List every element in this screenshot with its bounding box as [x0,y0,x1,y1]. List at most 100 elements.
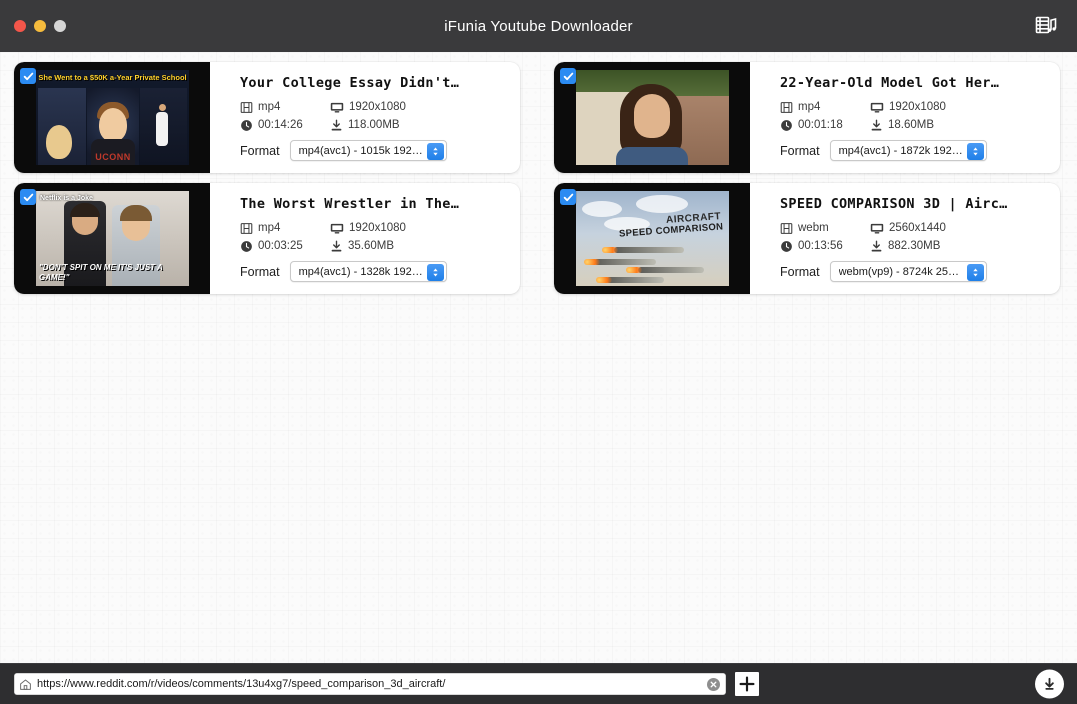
thumbnail-container: She Went to a $50K a-Year Private School… [14,62,210,173]
film-icon [780,101,793,114]
meta-resolution-value: 1920x1080 [889,100,946,114]
video-info: SPEED COMPARISON 3D | Airc… webm 2560x14… [750,183,1060,294]
meta-size: 118.00MB [330,118,506,132]
thumbnail-image: She Went to a $50K a-Year Private School… [36,70,189,165]
meta-resolution-value: 2560x1440 [889,221,946,235]
video-grid: She Went to a $50K a-Year Private School… [14,62,1063,294]
app-window: iFunia Youtube Downloader [0,0,1077,704]
add-url-button[interactable] [735,672,759,696]
meta-size-value: 118.00MB [348,118,400,132]
url-field-container[interactable] [14,673,726,695]
download-size-icon [870,119,883,132]
meta-format-value: mp4 [798,100,820,114]
format-row: Format mp4(avc1) - 1015k 192… [240,140,506,161]
media-library-icon[interactable] [1031,11,1061,41]
zoom-button[interactable] [54,20,66,32]
meta-size: 18.60MB [870,118,1046,132]
download-size-icon [870,240,883,253]
meta-resolution: 2560x1440 [870,221,1046,235]
title-bar: iFunia Youtube Downloader [0,0,1077,52]
video-card[interactable]: Netflix is a Joke "DON'T SPIT ON ME IT'S… [14,183,520,294]
meta-duration: 00:14:26 [240,118,330,132]
video-title: The Worst Wrestler in The… [240,196,506,212]
format-row: Format webm(vp9) - 8724k 25… [780,261,1046,282]
meta-duration: 00:13:56 [780,239,870,253]
select-checkbox[interactable] [560,189,576,205]
format-row: Format mp4(avc1) - 1328k 192… [240,261,506,282]
video-card[interactable]: 22-Year-Old Model Got Her… mp4 1920x1080 [554,62,1060,173]
format-select[interactable]: mp4(avc1) - 1015k 192… [290,140,447,161]
plus-icon [739,676,755,692]
clock-icon [240,119,253,132]
meta-duration: 00:03:25 [240,239,330,253]
clock-icon [780,119,793,132]
video-metadata: mp4 1920x1080 00:14:26 118.00MB [240,100,506,132]
meta-resolution: 1920x1080 [330,221,506,235]
video-title: SPEED COMPARISON 3D | Airc… [780,196,1046,212]
format-label: Format [780,144,820,158]
video-card[interactable]: She Went to a $50K a-Year Private School… [14,62,520,173]
meta-format: mp4 [240,100,330,114]
download-size-icon [330,119,343,132]
meta-format-value: mp4 [258,100,280,114]
meta-resolution: 1920x1080 [330,100,506,114]
chevron-updown-icon[interactable] [967,264,984,281]
video-card[interactable]: AIRCRAFT SPEED COMPARISON SPEED COMPARIS… [554,183,1060,294]
monitor-icon [330,222,344,235]
meta-duration: 00:01:18 [780,118,870,132]
window-controls [0,20,66,32]
clock-icon [780,240,793,253]
close-button[interactable] [14,20,26,32]
chevron-updown-icon[interactable] [427,264,444,281]
meta-duration-value: 00:13:56 [798,239,843,253]
clock-icon [240,240,253,253]
meta-resolution: 1920x1080 [870,100,1046,114]
video-metadata: webm 2560x1440 00:13:56 882.30MB [780,221,1046,253]
thumbnail-container: Netflix is a Joke "DON'T SPIT ON ME IT'S… [14,183,210,294]
thumbnail-image: AIRCRAFT SPEED COMPARISON [576,191,729,286]
thumbnail-caption-bottom: "DON'T SPIT ON ME IT'S JUST A GAME!" [39,263,186,283]
meta-size: 35.60MB [330,239,506,253]
video-info: 22-Year-Old Model Got Her… mp4 1920x1080 [750,62,1060,173]
format-select[interactable]: mp4(avc1) - 1872k 192… [830,140,987,161]
select-checkbox[interactable] [20,189,36,205]
film-icon [780,222,793,235]
format-select[interactable]: webm(vp9) - 8724k 25… [830,261,987,282]
chevron-updown-icon[interactable] [427,143,444,160]
video-info: Your College Essay Didn't… mp4 1920x1080 [210,62,520,173]
format-select-value: webm(vp9) - 8724k 25… [839,266,959,278]
select-checkbox[interactable] [560,68,576,84]
download-button[interactable] [1035,670,1064,699]
format-label: Format [240,144,280,158]
select-checkbox[interactable] [20,68,36,84]
film-icon [240,101,253,114]
format-select[interactable]: mp4(avc1) - 1328k 192… [290,261,447,282]
meta-format: webm [780,221,870,235]
meta-duration-value: 00:03:25 [258,239,303,253]
meta-format: mp4 [240,221,330,235]
minimize-button[interactable] [34,20,46,32]
meta-duration-value: 00:14:26 [258,118,303,132]
thumbnail-container [554,62,750,173]
meta-resolution-value: 1920x1080 [349,100,406,114]
download-size-icon [330,240,343,253]
window-title: iFunia Youtube Downloader [0,18,1077,35]
monitor-icon [330,101,344,114]
meta-format-value: mp4 [258,221,280,235]
url-input[interactable] [37,678,702,690]
home-icon [19,678,32,691]
download-icon [1042,677,1057,692]
format-select-value: mp4(avc1) - 1872k 192… [839,145,962,157]
monitor-icon [870,222,884,235]
video-list-area: She Went to a $50K a-Year Private School… [0,52,1077,663]
thumbnail-image: Netflix is a Joke "DON'T SPIT ON ME IT'S… [36,191,189,286]
clear-icon[interactable] [707,678,720,691]
thumbnail-caption-bottom: UCONN [87,152,139,162]
thumbnail-container: AIRCRAFT SPEED COMPARISON [554,183,750,294]
format-select-value: mp4(avc1) - 1015k 192… [299,145,422,157]
video-metadata: mp4 1920x1080 00:01:18 18.60MB [780,100,1046,132]
video-title: 22-Year-Old Model Got Her… [780,75,1046,91]
bottom-bar [0,663,1077,704]
video-info: The Worst Wrestler in The… mp4 1920x1080 [210,183,520,294]
chevron-updown-icon[interactable] [967,143,984,160]
